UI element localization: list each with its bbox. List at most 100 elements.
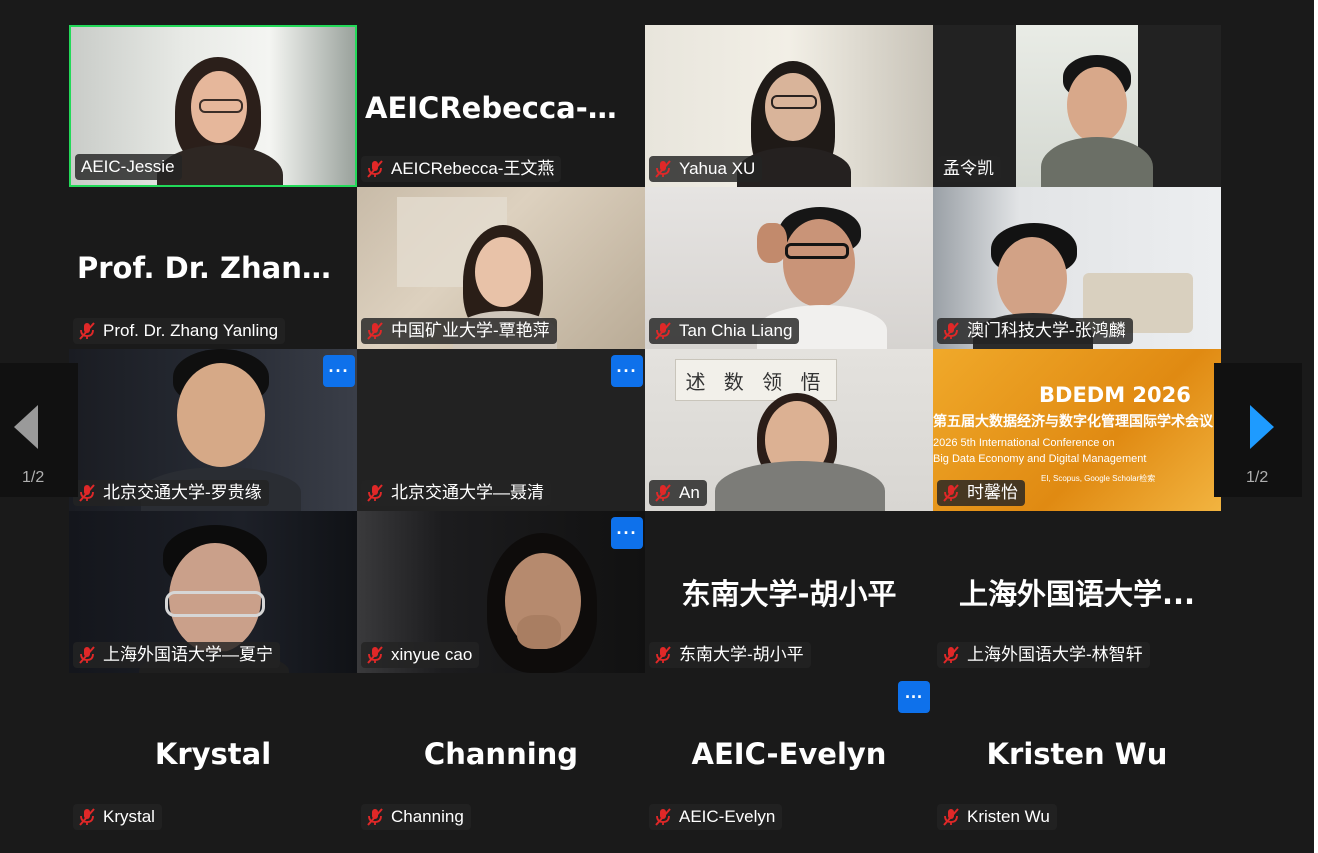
participant-tile-meng[interactable]: 孟令凯	[933, 25, 1221, 187]
poster-line-4: EI, Scopus, Google Scholar检索	[1041, 474, 1156, 483]
mic-muted-icon	[655, 322, 671, 340]
chevron-left-icon	[14, 405, 38, 449]
participant-tile-shi-xinyi[interactable]: BDEDM 2026 第五届大数据经济与数字化管理国际学术会议 2026 5th…	[933, 349, 1221, 511]
mic-muted-icon	[655, 484, 671, 502]
window-edge	[1314, 0, 1318, 853]
participant-display-name: 上海外国语大学...	[958, 577, 1196, 611]
mic-muted-icon	[943, 808, 959, 826]
mic-muted-icon	[943, 484, 959, 502]
participant-name-tag: Kristen Wu	[937, 804, 1057, 830]
participant-tile-channing[interactable]: Channing Channing	[357, 673, 645, 835]
mic-muted-icon	[367, 808, 383, 826]
participant-name-tag: 上海外国语大学-林智轩	[937, 642, 1150, 668]
mic-muted-icon	[367, 646, 383, 664]
participant-tile-lin-zhixuan[interactable]: 上海外国语大学... 上海外国语大学-林智轩	[933, 511, 1221, 673]
participant-tile-luo-guiyuan[interactable]: ··· 北京交通大学-罗贵缘	[69, 349, 357, 511]
participant-tile-kristen-wu[interactable]: Kristen Wu Kristen Wu	[933, 673, 1221, 835]
participant-name: AEICRebecca-王文燕	[391, 159, 555, 178]
mic-muted-icon	[367, 322, 383, 340]
next-page-button[interactable]: 1/2	[1214, 363, 1302, 497]
participant-name: xinyue cao	[391, 645, 473, 664]
participant-display-name: AEICRebecca-王...	[365, 91, 645, 125]
poster-line-2: 2026 5th International Conference on	[933, 437, 1115, 449]
participant-tile-prof-zhang[interactable]: Prof. Dr. Zhang... Prof. Dr. Zhang Yanli…	[69, 187, 357, 349]
participant-tile-tan-yanping[interactable]: 中国矿业大学-覃艳萍	[357, 187, 645, 349]
participant-name-tag: 澳门科技大学-张鸿麟	[937, 318, 1133, 344]
participant-name: Tan Chia Liang	[679, 321, 793, 340]
participant-name-tag: AEIC-Evelyn	[649, 804, 783, 830]
participant-name-tag: Prof. Dr. Zhang Yanling	[73, 318, 286, 344]
participant-display-name: 东南大学-胡小平	[681, 577, 897, 611]
mic-muted-icon	[655, 808, 671, 826]
mic-muted-icon	[943, 322, 959, 340]
mic-muted-icon	[79, 646, 95, 664]
participant-name-tag: 东南大学-胡小平	[649, 642, 811, 668]
participant-tile-xinyue-cao[interactable]: ··· xinyue cao	[357, 511, 645, 673]
participant-name-tag: Yahua XU	[649, 156, 763, 182]
participant-name-tag: Krystal	[73, 804, 162, 830]
participant-tile-zhang-honglin[interactable]: 澳门科技大学-张鸿麟	[933, 187, 1221, 349]
more-options-button[interactable]: ···	[611, 355, 643, 387]
calligraphy-text: 述 数 领 悟	[685, 369, 827, 394]
participant-name-tag: An	[649, 480, 707, 506]
participant-display-name: AEIC-Evelyn	[691, 737, 887, 771]
participant-name: AEIC-Jessie	[81, 157, 175, 176]
participant-tile-an[interactable]: 述 数 领 悟 An	[645, 349, 933, 511]
mic-muted-icon	[655, 160, 671, 178]
participant-name-tag: AEICRebecca-王文燕	[361, 156, 562, 182]
mic-muted-icon	[943, 646, 959, 664]
participant-name: 澳门科技大学-张鸿麟	[967, 321, 1126, 340]
participant-tile-aeic-rebecca[interactable]: AEICRebecca-王... AEICRebecca-王文燕	[357, 25, 645, 187]
participant-name: Channing	[391, 807, 464, 826]
more-options-button[interactable]: ···	[898, 681, 930, 713]
page-indicator: 1/2	[1246, 469, 1269, 486]
mic-muted-icon	[367, 484, 383, 502]
participant-tile-xia-ning[interactable]: 上海外国语大学—夏宁	[69, 511, 357, 673]
participant-name-tag: 时馨怡	[937, 480, 1025, 506]
participant-name-tag: 北京交通大学—聂清	[361, 480, 551, 506]
participant-display-name: Channing	[423, 737, 579, 771]
participant-tile-yahua-xu[interactable]: Yahua XU	[645, 25, 933, 187]
participant-name-tag: 上海外国语大学—夏宁	[73, 642, 280, 668]
mic-muted-icon	[655, 646, 671, 664]
previous-page-button[interactable]: 1/2	[0, 363, 78, 497]
page-indicator: 1/2	[22, 469, 45, 486]
participant-name: 北京交通大学—聂清	[391, 483, 544, 502]
participant-name: An	[679, 483, 700, 502]
participant-name: AEIC-Evelyn	[679, 807, 776, 826]
chevron-right-icon	[1250, 405, 1274, 449]
participant-tile-hu-xiaoping[interactable]: 东南大学-胡小平 东南大学-胡小平	[645, 511, 933, 673]
poster-line-3: Big Data Economy and Digital Management	[933, 453, 1147, 465]
participant-tile-tan-chia-liang[interactable]: Tan Chia Liang	[645, 187, 933, 349]
participant-name: 上海外国语大学-林智轩	[967, 645, 1143, 664]
participant-tile-nie-qing[interactable]: ··· 北京交通大学—聂清	[357, 349, 645, 511]
participant-name: 东南大学-胡小平	[679, 645, 804, 664]
participant-name: Prof. Dr. Zhang Yanling	[103, 321, 279, 340]
participant-display-name: Krystal	[154, 737, 272, 771]
participant-tile-krystal[interactable]: Krystal Krystal	[69, 673, 357, 835]
more-options-button[interactable]: ···	[323, 355, 355, 387]
participant-name: Kristen Wu	[967, 807, 1050, 826]
poster-line-1: 第五届大数据经济与数字化管理国际学术会议	[933, 413, 1213, 429]
participant-name: 时馨怡	[967, 483, 1018, 502]
participant-name: 上海外国语大学—夏宁	[103, 645, 273, 664]
participant-name: 北京交通大学-罗贵缘	[103, 483, 262, 502]
participant-display-name: Kristen Wu	[986, 737, 1168, 771]
participant-name: 孟令凯	[943, 159, 994, 178]
participant-name-tag: AEIC-Jessie	[75, 154, 182, 180]
participant-name-tag: xinyue cao	[361, 642, 480, 668]
participant-name-tag: 中国矿业大学-覃艳萍	[361, 318, 557, 344]
calligraphy-scroll: 述 数 领 悟	[675, 359, 837, 401]
mic-muted-icon	[79, 808, 95, 826]
more-options-button[interactable]: ···	[611, 517, 643, 549]
participant-name-tag: 孟令凯	[937, 156, 1001, 182]
participant-display-name: Prof. Dr. Zhang...	[77, 251, 356, 285]
participant-name: Yahua XU	[679, 159, 756, 178]
participant-tile-aeic-evelyn[interactable]: AEIC-Evelyn AEIC-Evelyn	[645, 673, 933, 835]
participant-name: Krystal	[103, 807, 155, 826]
participant-name-tag: Tan Chia Liang	[649, 318, 800, 344]
poster-title: BDEDM 2026	[1039, 383, 1191, 407]
participant-tile-aeic-jessie[interactable]: AEIC-Jessie	[69, 25, 357, 187]
gallery-grid: AEIC-Jessie AEICRebecca-王... AEICRebecca…	[69, 25, 1221, 835]
participant-name-tag: Channing	[361, 804, 471, 830]
